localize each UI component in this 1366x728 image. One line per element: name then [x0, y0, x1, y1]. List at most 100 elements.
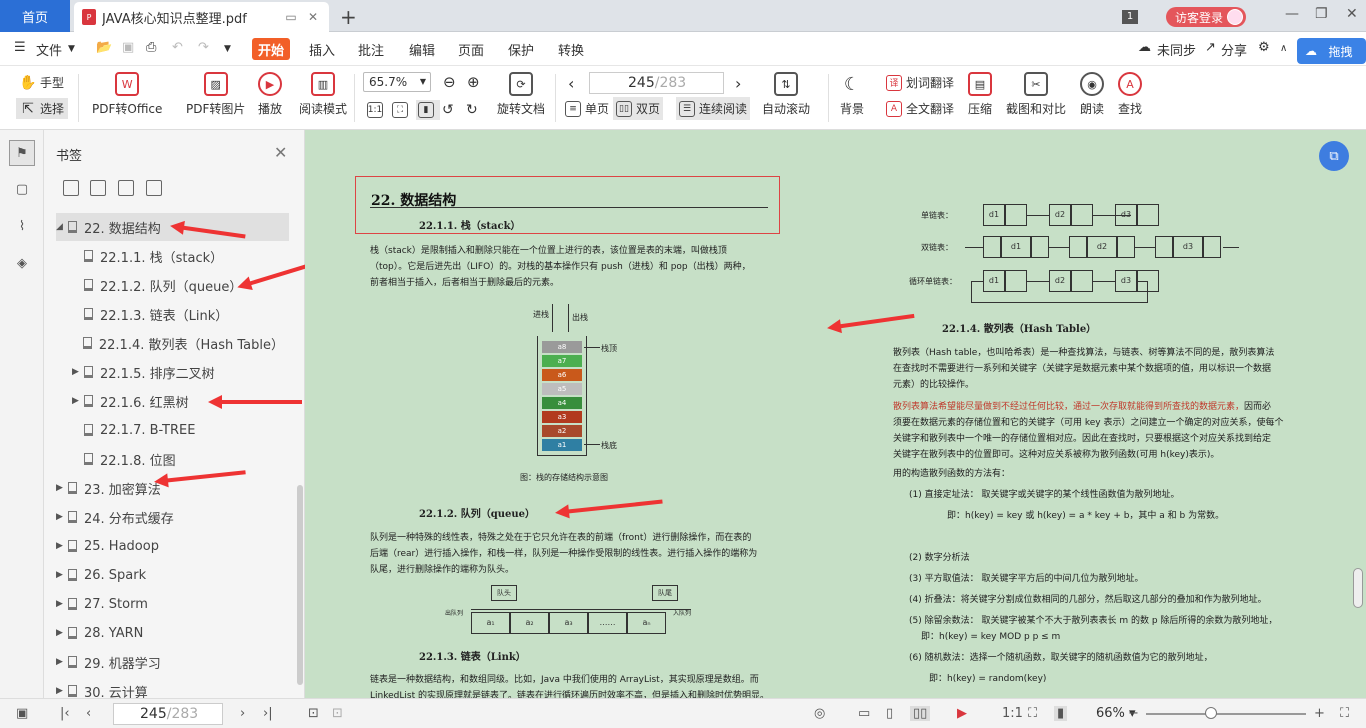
add-bookmark-icon[interactable] [63, 180, 79, 196]
single-page-mode-icon[interactable]: ▭ [858, 706, 870, 721]
minimize-icon[interactable]: — [1285, 6, 1299, 22]
play-icon[interactable]: ▶ [957, 706, 967, 721]
page-number-input[interactable]: 245/283 [589, 72, 724, 94]
viewer-scrollbar[interactable] [1353, 568, 1363, 608]
collapsed-arrow-icon[interactable]: ▶ [56, 599, 68, 609]
zoom-out-icon[interactable]: − [1128, 706, 1139, 721]
status-page-input[interactable]: 245/283 [113, 703, 223, 725]
bookmark-item[interactable]: 22.1.8. 位图 [72, 445, 284, 473]
next-page-icon[interactable]: › [240, 706, 245, 721]
expanded-arrow-icon[interactable]: ◢ [56, 222, 68, 232]
panel-scrollbar[interactable] [297, 485, 303, 685]
close-icon[interactable]: ✕ [274, 143, 287, 162]
menu-start[interactable]: 开始 [252, 38, 290, 60]
read-aloud-button[interactable]: ◉ 朗读 [1080, 72, 1104, 117]
single-page-button[interactable]: ≡ 单页 [565, 100, 609, 117]
bookmark-item[interactable]: 22.1.3. 链表（Link） [72, 300, 284, 328]
restore-icon[interactable]: ❐ [1315, 6, 1328, 22]
collapsed-arrow-icon[interactable]: ▶ [56, 686, 68, 696]
sync-status[interactable]: 未同步 [1157, 40, 1196, 59]
double-page-button[interactable]: ▯▯ 双页 [613, 97, 664, 120]
auto-scroll-button[interactable]: ⇅ 自动滚动 [762, 72, 810, 117]
prev-page-icon[interactable]: ‹ [568, 74, 574, 93]
word-translate-button[interactable]: 译划词翻译 [886, 74, 954, 91]
menu-page[interactable]: 页面 [458, 40, 484, 59]
visitor-login-button[interactable]: 访客登录 [1166, 7, 1246, 27]
cloud-sync-icon[interactable]: ☁ [1138, 40, 1151, 55]
zoom-in-icon[interactable]: + [1314, 706, 1325, 721]
pdf-to-image-button[interactable]: ▨ PDF转图片 [186, 72, 245, 117]
bookmark-item[interactable]: ▶ 24. 分布式缓存 [56, 503, 284, 531]
attachment-icon[interactable]: ⌇ [11, 215, 33, 237]
first-page-icon[interactable]: |‹ [60, 706, 70, 721]
fit-width-status-icon[interactable]: ▮ [1054, 706, 1068, 721]
find-button[interactable]: A 查找 [1118, 72, 1142, 117]
double-page-mode-icon[interactable]: ▯▯ [910, 706, 931, 721]
zoom-select[interactable]: 65.7% ▼ [363, 72, 431, 92]
page-mode-icon[interactable]: ▯ [886, 706, 893, 721]
next-page-icon[interactable]: › [735, 74, 741, 93]
pdf-to-office-button[interactable]: W PDF转Office [92, 72, 162, 117]
undo-icon[interactable]: ↶ [172, 40, 183, 55]
menu-protect[interactable]: 保护 [508, 40, 534, 59]
zoom-out-icon[interactable]: ⊖ [443, 73, 456, 91]
menu-insert[interactable]: 插入 [309, 40, 335, 59]
background-button[interactable]: ☾ 背景 [840, 72, 864, 117]
redo-icon[interactable]: ↷ [198, 40, 209, 55]
collapsed-arrow-icon[interactable]: ▶ [72, 367, 84, 377]
floating-action-button[interactable]: ⧉ [1319, 141, 1349, 171]
menu-file[interactable]: 文件 [36, 40, 62, 59]
settings-gear-icon[interactable]: ⚙ [1258, 40, 1270, 55]
hamburger-icon[interactable]: ☰ [14, 40, 26, 55]
full-translate-button[interactable]: A 全文翻译 [886, 100, 954, 117]
home-tab[interactable]: 首页 [0, 0, 70, 32]
menu-annotate[interactable]: 批注 [358, 40, 384, 59]
drag-tool-badge[interactable]: ☁ 拖拽 [1297, 38, 1366, 64]
collapsed-arrow-icon[interactable]: ▶ [56, 657, 68, 667]
zoom-slider[interactable] [1146, 707, 1306, 719]
more-chevron-icon[interactable]: ∧ [1280, 43, 1287, 54]
new-tab-button[interactable]: + [340, 5, 357, 29]
open-icon[interactable]: 📂 [96, 40, 112, 55]
share-button[interactable]: 分享 [1221, 40, 1247, 59]
select-tool[interactable]: ⇱ 选择 [16, 98, 69, 119]
quick-access-chevron-icon[interactable]: ▼ [224, 44, 231, 54]
menu-edit[interactable]: 编辑 [409, 40, 435, 59]
compress-button[interactable]: ▤ 压缩 [968, 72, 992, 117]
bookmark-item[interactable]: ▶ 29. 机器学习 [56, 648, 284, 676]
bookmark-item[interactable]: ▶ 28. YARN [56, 619, 284, 647]
close-tab-icon[interactable]: ✕ [305, 10, 321, 24]
actual-size-icon[interactable]: 1:1 [367, 102, 387, 118]
fit-page-icon[interactable]: ⛶ [392, 102, 412, 118]
collapsed-arrow-icon[interactable]: ▶ [56, 512, 68, 522]
screenshot-compare-button[interactable]: ✂ 截图和对比 [1006, 72, 1066, 117]
bookmark-item[interactable]: ▶ 30. 云计算 [56, 677, 284, 698]
bookmark-item[interactable]: ▶ 26. Spark [56, 561, 284, 589]
collapsed-arrow-icon[interactable]: ▶ [56, 483, 68, 493]
collapsed-arrow-icon[interactable]: ▶ [56, 628, 68, 638]
bookmark-panel-icon[interactable]: ⚑ [9, 140, 35, 166]
rotate-document-button[interactable]: ⟳ 旋转文档 [497, 72, 545, 117]
bookmark-item[interactable]: 22.1.7. B-TREE [72, 416, 284, 444]
menu-convert[interactable]: 转换 [558, 40, 584, 59]
collapsed-arrow-icon[interactable]: ▶ [72, 396, 84, 406]
prev-page-icon[interactable]: ‹ [86, 706, 91, 721]
play-button[interactable]: ▶ 播放 [258, 72, 282, 117]
rotate-left-icon[interactable]: ↺ [442, 102, 454, 118]
eye-protection-icon[interactable]: ◎ [814, 706, 825, 721]
prev-view-icon[interactable]: ⊡ [308, 706, 319, 721]
thumbnail-icon[interactable]: ▢ [11, 178, 33, 200]
bookmark-item[interactable]: ▶ 25. Hadoop [56, 532, 284, 560]
annotation-icon[interactable]: ◈ [11, 252, 33, 274]
remove-bookmark-icon[interactable] [90, 180, 106, 196]
zoom-slider-knob[interactable] [1205, 707, 1217, 719]
sidebar-toggle-icon[interactable]: ▣ [16, 706, 28, 721]
print-icon[interactable]: ⎙ [146, 40, 156, 55]
bookmark-item[interactable]: 22.1.4. 散列表（Hash Table） [72, 329, 284, 357]
collapsed-arrow-icon[interactable]: ▶ [56, 541, 68, 551]
fit-width-icon[interactable]: ▮ [416, 100, 440, 120]
zoom-in-icon[interactable]: ⊕ [467, 73, 480, 91]
share-icon[interactable]: ↗ [1205, 40, 1216, 55]
document-viewer[interactable]: 22. 数据结构 22.1.1. 栈（stack） 栈（stack）是限制插入和… [305, 130, 1366, 698]
collapsed-arrow-icon[interactable]: ▶ [56, 570, 68, 580]
